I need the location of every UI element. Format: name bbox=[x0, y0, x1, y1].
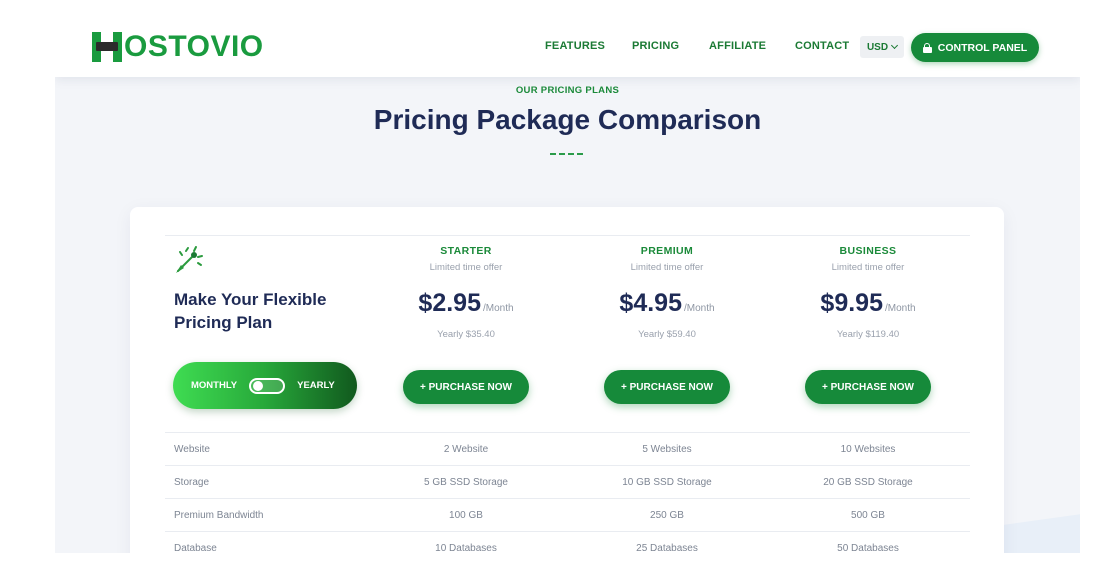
feature-label: Premium Bandwidth bbox=[174, 510, 264, 521]
plan-price: $4.95 bbox=[619, 289, 682, 317]
title-divider bbox=[550, 153, 583, 155]
divider bbox=[165, 235, 970, 236]
toggle-switch[interactable] bbox=[249, 377, 286, 394]
plan-offer: Limited time offer bbox=[630, 262, 704, 273]
currency-value: USD bbox=[866, 41, 889, 53]
feature-value: 25 Databases bbox=[636, 543, 698, 553]
feature-value: 5 Websites bbox=[642, 444, 692, 455]
rocket-icon bbox=[176, 246, 203, 273]
section-eyebrow: OUR PRICING PLANS bbox=[515, 85, 620, 96]
feature-value: 2 Website bbox=[443, 444, 489, 455]
control-panel-button[interactable]: CONTROL PANEL bbox=[911, 33, 1039, 62]
feature-value: 50 Databases bbox=[837, 543, 899, 553]
toggle-monthly-label[interactable]: MONTHLY bbox=[191, 380, 237, 391]
feature-value: 10 GB SSD Storage bbox=[622, 477, 712, 488]
billing-toggle[interactable]: MONTHLY YEARLY bbox=[173, 362, 357, 409]
nav-pricing[interactable]: PRICING bbox=[632, 40, 679, 52]
table-row: Storage 5 GB SSD Storage 10 GB SSD Stora… bbox=[165, 465, 970, 498]
feature-label: Website bbox=[174, 444, 210, 455]
brand-name: OSTOVIO bbox=[124, 30, 264, 63]
feature-value: 10 Websites bbox=[840, 444, 896, 455]
plan-heading: Make Your Flexible Pricing Plan bbox=[174, 290, 327, 332]
plan-price: $9.95 bbox=[820, 289, 883, 317]
plan-name: PREMIUM bbox=[640, 245, 694, 257]
plan-period: /Month bbox=[683, 303, 715, 314]
feature-table: Website 2 Website 5 Websites 10 Websites… bbox=[165, 432, 970, 553]
purchase-starter-button[interactable]: + PURCHASE NOW bbox=[403, 370, 529, 404]
plan-premium: PREMIUM Limited time offer $4.95 /Month … bbox=[567, 245, 767, 404]
feature-label: Storage bbox=[174, 477, 210, 488]
plan-price: $2.95 bbox=[418, 289, 481, 317]
plan-yearly-price: Yearly $35.40 bbox=[437, 329, 495, 340]
table-row: Website 2 Website 5 Websites 10 Websites bbox=[165, 432, 970, 465]
brand-logo[interactable]: OSTOVIO bbox=[92, 29, 264, 65]
currency-select[interactable]: USD bbox=[860, 36, 904, 58]
nav-affiliate[interactable]: AFFILIATE bbox=[709, 40, 766, 52]
plan-offer: Limited time offer bbox=[429, 262, 503, 273]
plan-yearly-price: Yearly $119.40 bbox=[836, 329, 900, 340]
plan-name: BUSINESS bbox=[839, 245, 897, 257]
feature-value: 20 GB SSD Storage bbox=[823, 477, 913, 488]
feature-value: 250 GB bbox=[650, 510, 684, 521]
page-title: Pricing Package Comparison bbox=[373, 104, 762, 135]
toggle-yearly-label[interactable]: YEARLY bbox=[297, 380, 335, 391]
chevron-down-icon bbox=[891, 41, 899, 50]
feature-label: Database bbox=[174, 543, 217, 553]
nav-features[interactable]: FEATURES bbox=[545, 40, 605, 52]
plan-business: BUSINESS Limited time offer $9.95 /Month… bbox=[768, 245, 968, 404]
table-row: Database 10 Databases 25 Databases 50 Da… bbox=[165, 531, 970, 553]
plan-starter: STARTER Limited time offer $2.95 /Month … bbox=[366, 245, 566, 404]
control-panel-label: CONTROL PANEL bbox=[937, 41, 1028, 54]
purchase-business-button[interactable]: + PURCHASE NOW bbox=[805, 370, 931, 404]
plan-offer: Limited time offer bbox=[831, 262, 905, 273]
feature-value: 10 Databases bbox=[435, 543, 497, 553]
feature-value: 100 GB bbox=[449, 510, 483, 521]
feature-value: 5 GB SSD Storage bbox=[424, 477, 508, 488]
site-header: OSTOVIO FEATURES PRICING AFFILIATE CONTA… bbox=[55, 18, 1080, 77]
lock-icon bbox=[922, 42, 932, 53]
plan-name: STARTER bbox=[440, 245, 492, 257]
plan-period: /Month bbox=[482, 303, 514, 314]
plan-yearly-price: Yearly $59.40 bbox=[638, 329, 696, 340]
nav-contact[interactable]: CONTACT bbox=[795, 40, 849, 52]
page-frame: OSTOVIO FEATURES PRICING AFFILIATE CONTA… bbox=[55, 18, 1080, 553]
feature-value: 500 GB bbox=[851, 510, 885, 521]
purchase-premium-button[interactable]: + PURCHASE NOW bbox=[604, 370, 730, 404]
table-row: Premium Bandwidth 100 GB 250 GB 500 GB bbox=[165, 498, 970, 531]
logo-h-icon bbox=[92, 32, 122, 62]
pricing-card: Make Your Flexible Pricing Plan MONTHLY … bbox=[130, 207, 1004, 553]
plan-period: /Month bbox=[884, 303, 916, 314]
